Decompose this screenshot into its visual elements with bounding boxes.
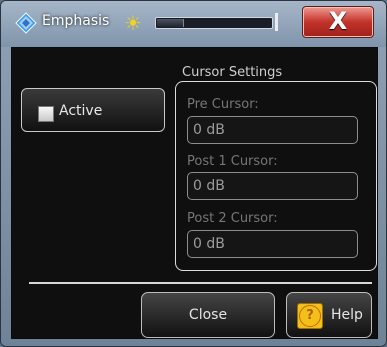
help-button[interactable]: ? Help xyxy=(286,292,372,338)
post-2-cursor-field[interactable] xyxy=(187,230,358,258)
close-icon: X xyxy=(328,7,348,35)
footer-divider xyxy=(29,282,372,284)
brightness-slider[interactable] xyxy=(155,17,273,29)
active-label: Active xyxy=(59,103,103,119)
active-toggle-button[interactable]: Active xyxy=(21,88,165,132)
post-1-cursor-label: Post 1 Cursor: xyxy=(187,154,278,169)
close-button-label: Close xyxy=(188,307,228,323)
post-1-cursor-field[interactable] xyxy=(187,172,358,200)
sun-icon: ☀ xyxy=(124,11,142,35)
active-checkbox[interactable] xyxy=(38,106,54,122)
close-button[interactable]: Close xyxy=(141,292,275,338)
brightness-slider-thumb[interactable] xyxy=(157,19,184,27)
cursor-settings-title: Cursor Settings xyxy=(182,65,283,80)
post-2-cursor-input[interactable] xyxy=(193,233,348,255)
title-bar: Emphasis ☀ X xyxy=(1,1,386,47)
rohde-schwarz-diamond-icon xyxy=(15,12,37,34)
emphasis-dialog: Emphasis ☀ X Active Cursor Settings Pre … xyxy=(0,0,387,347)
window-close-button[interactable]: X xyxy=(302,6,374,38)
slider-end-marker xyxy=(275,13,278,31)
question-mark-icon: ? xyxy=(297,303,323,329)
dialog-title: Emphasis xyxy=(42,13,110,29)
post-1-cursor-input[interactable] xyxy=(193,175,348,197)
post-2-cursor-label: Post 2 Cursor: xyxy=(187,211,278,226)
pre-cursor-input[interactable] xyxy=(193,119,348,141)
help-button-label: Help xyxy=(331,307,363,323)
pre-cursor-label: Pre Cursor: xyxy=(187,97,259,112)
pre-cursor-field[interactable] xyxy=(187,116,358,144)
